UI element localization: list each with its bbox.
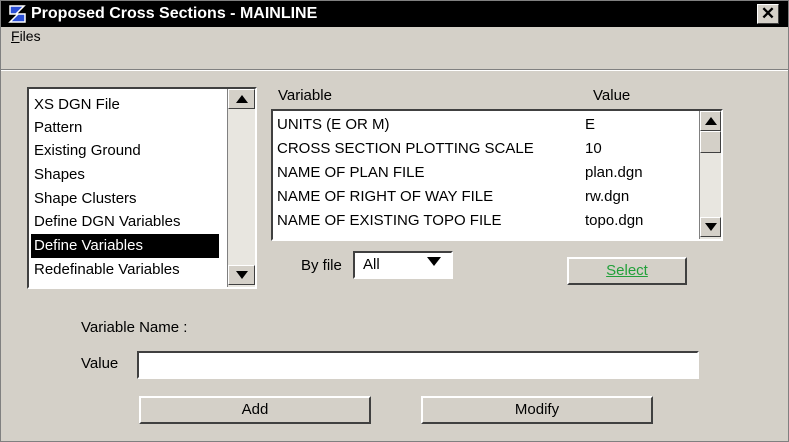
menu-files-label: iles [19,28,41,44]
category-list[interactable]: XS DGN File Pattern Existing Ground Shap… [27,87,257,289]
value-label: Value [81,355,119,372]
menu-files[interactable]: Files [11,28,41,44]
by-file-label: By file [301,257,342,274]
variable-name-cell: NAME OF RIGHT OF WAY FILE [277,188,494,205]
category-item-pattern[interactable]: Pattern [31,116,227,140]
chevron-down-icon [427,257,441,266]
variable-name-cell: NAME OF EXISTING TOPO FILE [277,212,502,229]
category-item-shape-clusters[interactable]: Shape Clusters [31,187,227,211]
value-column-header: Value [593,87,631,104]
variable-value-cell: E [585,116,596,133]
menu-files-mnemonic: F [11,28,20,44]
by-file-selected-value: All [363,256,380,273]
by-file-dropdown[interactable]: All [353,251,453,279]
category-scroll-down-button[interactable] [228,265,255,285]
variable-name-cell: NAME OF PLAN FILE [277,164,425,181]
table-scroll-thumb[interactable] [700,131,721,153]
menu-separator [1,69,788,71]
table-scroll-up-button[interactable] [700,111,721,131]
variable-value-cell: topo.dgn [585,212,644,229]
proposed-cross-sections-dialog: Proposed Cross Sections - MAINLINE ✕ Fil… [0,0,789,442]
category-item-redefinable-variables[interactable]: Redefinable Variables [31,258,227,282]
variable-value-cell: plan.dgn [585,164,643,181]
variable-name-cell: UNITS (E OR M) [277,116,390,133]
category-item-define-dgn-variables[interactable]: Define DGN Variables [31,210,227,234]
close-button[interactable]: ✕ [757,4,779,24]
category-item-define-variables[interactable]: Define Variables [31,234,219,258]
category-scroll-up-button[interactable] [228,89,255,109]
variable-name-label: Variable Name : [81,319,188,336]
variable-name-cell: CROSS SECTION PLOTTING SCALE [277,140,534,157]
variable-column-header: Variable [278,87,332,104]
close-icon: ✕ [760,4,776,23]
category-item-shapes[interactable]: Shapes [31,163,227,187]
table-scroll-down-button[interactable] [700,217,721,237]
value-input[interactable] [137,351,699,379]
app-logo-icon [7,4,29,24]
title-bar[interactable]: Proposed Cross Sections - MAINLINE ✕ [1,1,788,27]
select-button[interactable]: Select [567,257,687,285]
variable-value-cell: rw.dgn [585,188,630,205]
arrow-up-icon [235,95,248,103]
modify-button[interactable]: Modify [421,396,653,424]
category-item-existing-ground[interactable]: Existing Ground [31,139,227,163]
variables-table-scrollbar[interactable] [699,111,721,239]
arrow-down-icon [235,271,248,279]
category-list-scrollbar[interactable] [227,89,255,287]
arrow-down-icon [704,223,717,231]
variables-table[interactable]: UNITS (E OR M) E CROSS SECTION PLOTTING … [271,109,723,241]
variable-value-cell: 10 [585,140,602,157]
category-item-xs-dgn-file[interactable]: XS DGN File [31,93,227,117]
add-button[interactable]: Add [139,396,371,424]
menu-bar: Files [1,27,788,71]
arrow-up-icon [704,117,717,125]
window-title: Proposed Cross Sections - MAINLINE [31,5,318,22]
